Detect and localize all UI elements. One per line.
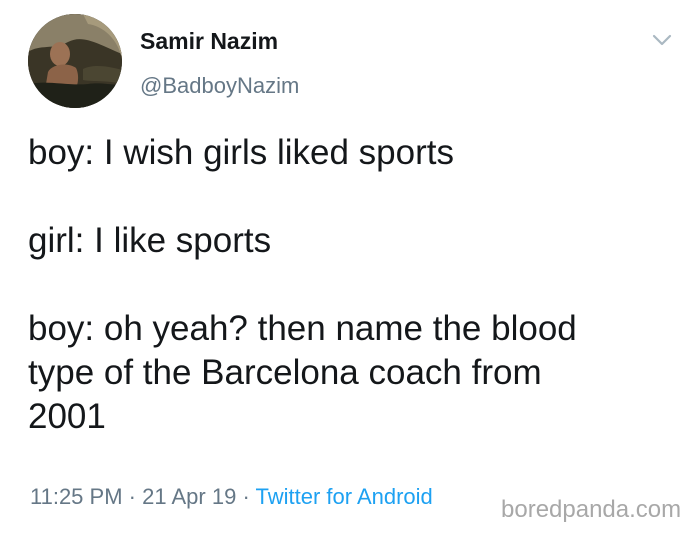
author-handle[interactable]: @BadboyNazim [140, 73, 299, 99]
tweet-paragraph: girl: I like sports [28, 221, 272, 260]
tweet-paragraph: boy: oh yeah? then name the blood type o… [28, 309, 577, 436]
tweet-paragraph: boy: I wish girls liked sports [28, 133, 454, 172]
separator: · [128, 484, 136, 509]
author-name[interactable]: Samir Nazim [140, 28, 278, 55]
tweet-text: boy: I wish girls liked sports girl: I l… [28, 131, 678, 439]
chevron-down-icon[interactable] [651, 32, 673, 48]
tweet-card: Samir Nazim @BadboyNazim boy: I wish gir… [0, 0, 700, 533]
separator: · [242, 484, 250, 509]
tweet-time[interactable]: 11:25 PM [30, 484, 123, 509]
watermark: boredpanda.com [501, 496, 682, 523]
tweet-source-link[interactable]: Twitter for Android [255, 484, 432, 509]
avatar[interactable] [28, 14, 122, 108]
tweet-date[interactable]: 21 Apr 19 [142, 484, 236, 509]
tweet-metadata: 11:25 PM · 21 Apr 19 · Twitter for Andro… [30, 484, 433, 510]
avatar-photo [28, 14, 122, 108]
